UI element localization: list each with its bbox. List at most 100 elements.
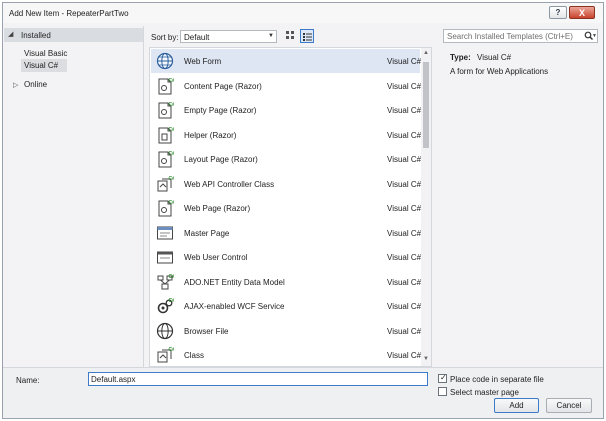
sort-by-label: Sort by: bbox=[151, 33, 179, 42]
template-item-name: Helper (Razor) bbox=[184, 130, 237, 140]
svg-text:C#: C# bbox=[169, 200, 175, 206]
expanded-arrow-icon[interactable]: ◢ bbox=[8, 30, 13, 38]
browser-file-icon bbox=[156, 322, 174, 339]
template-item[interactable]: Web User Control Visual C# bbox=[151, 245, 422, 269]
template-description: A form for Web Applications bbox=[450, 67, 549, 76]
template-item-language: Visual C# bbox=[387, 204, 422, 213]
template-item-language: Visual C# bbox=[387, 277, 422, 287]
search-templates-input[interactable]: Search Installed Templates (Ctrl+E) ▼ bbox=[443, 29, 598, 43]
title-bar: Add New Item - RepeaterPartTwo ? X bbox=[3, 3, 603, 23]
template-item-name: Web User Control bbox=[184, 253, 248, 262]
type-value: Visual C# bbox=[477, 53, 512, 62]
small-icons-view-icon bbox=[286, 31, 294, 39]
template-item-name: Web API Controller Class bbox=[184, 179, 275, 189]
sort-by-value: Default bbox=[184, 33, 210, 42]
template-item-name: Master Page bbox=[184, 228, 230, 238]
name-input[interactable] bbox=[88, 372, 428, 386]
scroll-down-icon[interactable]: ▼ bbox=[423, 356, 429, 362]
template-item-name: Browser File bbox=[184, 326, 229, 336]
template-item-language: Visual C# bbox=[387, 253, 422, 262]
helper-icon: C# bbox=[158, 127, 175, 143]
template-item-name: ADO.NET Entity Data Model bbox=[184, 277, 285, 287]
template-item-language: Visual C# bbox=[387, 351, 422, 360]
tree-node-visual-basic[interactable]: Visual Basic bbox=[24, 49, 67, 58]
cancel-button[interactable]: Cancel bbox=[546, 398, 592, 413]
template-item[interactable]: C# Helper (Razor) Visual C# bbox=[151, 123, 421, 147]
tree-node-online[interactable]: Online bbox=[24, 80, 47, 89]
add-button[interactable]: Add bbox=[494, 398, 539, 413]
checkmark-icon: ✓ bbox=[440, 373, 447, 382]
close-icon: X bbox=[578, 8, 585, 18]
svg-text:C#: C# bbox=[169, 78, 175, 84]
web-form-icon bbox=[156, 52, 174, 70]
scroll-up-icon[interactable]: ▲ bbox=[423, 50, 429, 56]
type-label: Type: bbox=[450, 53, 471, 62]
template-item[interactable]: C# ADO.NET Entity Data Model Visual C# bbox=[151, 270, 422, 294]
svg-text:C#: C# bbox=[169, 347, 175, 353]
details-view-icon bbox=[303, 33, 312, 41]
code-separate-checkbox[interactable]: ✓ bbox=[438, 373, 447, 383]
svg-text:C#: C# bbox=[169, 102, 175, 108]
template-item-name: Layout Page (Razor) bbox=[184, 155, 258, 164]
template-item-name: Web Form bbox=[184, 57, 222, 66]
template-item[interactable]: C# Web API Controller Class Visual C# bbox=[151, 172, 422, 196]
collapsed-arrow-icon[interactable]: ▷ bbox=[13, 81, 18, 89]
svg-text:C#: C# bbox=[169, 176, 175, 182]
empty-page-icon: C# bbox=[158, 102, 175, 119]
template-toolbar: Sort by: Default ▼ bbox=[145, 26, 433, 46]
layout-page-icon: C# bbox=[158, 151, 175, 168]
template-item-name: Empty Page (Razor) bbox=[184, 106, 257, 115]
details-view-button[interactable] bbox=[300, 29, 314, 43]
user-control-icon bbox=[157, 251, 173, 264]
scrollbar-thumb[interactable] bbox=[423, 62, 429, 148]
search-options-arrow-icon[interactable]: ▼ bbox=[592, 33, 597, 39]
template-item-name: Web Page (Razor) bbox=[184, 204, 251, 213]
add-new-item-dialog: Add New Item - RepeaterPartTwo ? X ◢ Ins… bbox=[2, 2, 604, 419]
template-item[interactable]: Web Form Visual C# bbox=[151, 49, 422, 73]
wcf-service-icon: C# bbox=[157, 298, 175, 314]
template-item[interactable]: C# Class Visual C# bbox=[151, 343, 422, 366]
content-page-icon: C# bbox=[158, 78, 175, 94]
template-item[interactable]: C# Content Page (Razor) Visual C# bbox=[151, 74, 422, 98]
template-list: Web Form Visual C# C# Content Page (Razor) V… bbox=[149, 47, 432, 367]
template-item[interactable]: C# Layout Page (Razor) Visual C# bbox=[151, 147, 422, 171]
dropdown-arrow-icon: ▼ bbox=[268, 33, 274, 39]
template-item[interactable]: C# Web Page (Razor) Visual C# bbox=[151, 196, 422, 220]
template-item-name: Content Page (Razor) bbox=[184, 81, 262, 91]
api-controller-icon: C# bbox=[157, 176, 175, 191]
name-label: Name: bbox=[16, 376, 40, 385]
close-button[interactable]: X bbox=[569, 6, 595, 19]
master-page-checkbox[interactable] bbox=[438, 387, 447, 396]
template-item-language: Visual C# bbox=[387, 155, 422, 164]
template-item-language: Visual C# bbox=[387, 228, 422, 238]
template-item-language: Visual C# bbox=[387, 302, 422, 311]
entity-model-icon: C# bbox=[157, 274, 175, 289]
template-item-language: Visual C# bbox=[387, 57, 422, 66]
svg-text:C#: C# bbox=[169, 298, 175, 304]
window-title: Add New Item - RepeaterPartTwo bbox=[9, 9, 129, 18]
sort-by-dropdown[interactable]: Default ▼ bbox=[180, 30, 277, 43]
search-placeholder: Search Installed Templates (Ctrl+E) bbox=[447, 32, 573, 41]
template-item-name: AJAX-enabled WCF Service bbox=[184, 302, 285, 311]
svg-text:C#: C# bbox=[169, 151, 175, 157]
tree-node-visual-csharp[interactable]: Visual C# bbox=[21, 59, 67, 72]
master-page-icon bbox=[157, 226, 173, 239]
tree-node-installed-label: Installed bbox=[21, 31, 51, 40]
small-icons-view-button[interactable] bbox=[284, 29, 298, 43]
template-item-language: Visual C# bbox=[387, 326, 422, 336]
tree-node-installed[interactable]: ◢ Installed bbox=[4, 28, 143, 42]
template-item-language: Visual C# bbox=[387, 81, 422, 91]
template-item[interactable]: Browser File Visual C# bbox=[151, 319, 422, 343]
help-button[interactable]: ? bbox=[549, 6, 567, 19]
web-page-icon: C# bbox=[158, 200, 175, 217]
template-item[interactable]: C# AJAX-enabled WCF Service Visual C# bbox=[151, 294, 422, 318]
template-item[interactable]: C# Empty Page (Razor) Visual C# bbox=[151, 98, 422, 122]
template-list-scrollbar[interactable]: ▲ ▼ bbox=[421, 48, 431, 366]
category-tree: ◢ Installed Visual Basic Visual C# ▷ Onl… bbox=[4, 26, 144, 367]
template-item-language: Visual C# bbox=[387, 179, 422, 189]
svg-text:C#: C# bbox=[169, 274, 175, 280]
template-item[interactable]: Master Page Visual C# bbox=[151, 221, 422, 245]
template-item-language: Visual C# bbox=[387, 106, 422, 115]
dialog-footer: Name: ✓ Place code in separate file Sele… bbox=[3, 367, 603, 418]
svg-text:C#: C# bbox=[169, 127, 175, 133]
